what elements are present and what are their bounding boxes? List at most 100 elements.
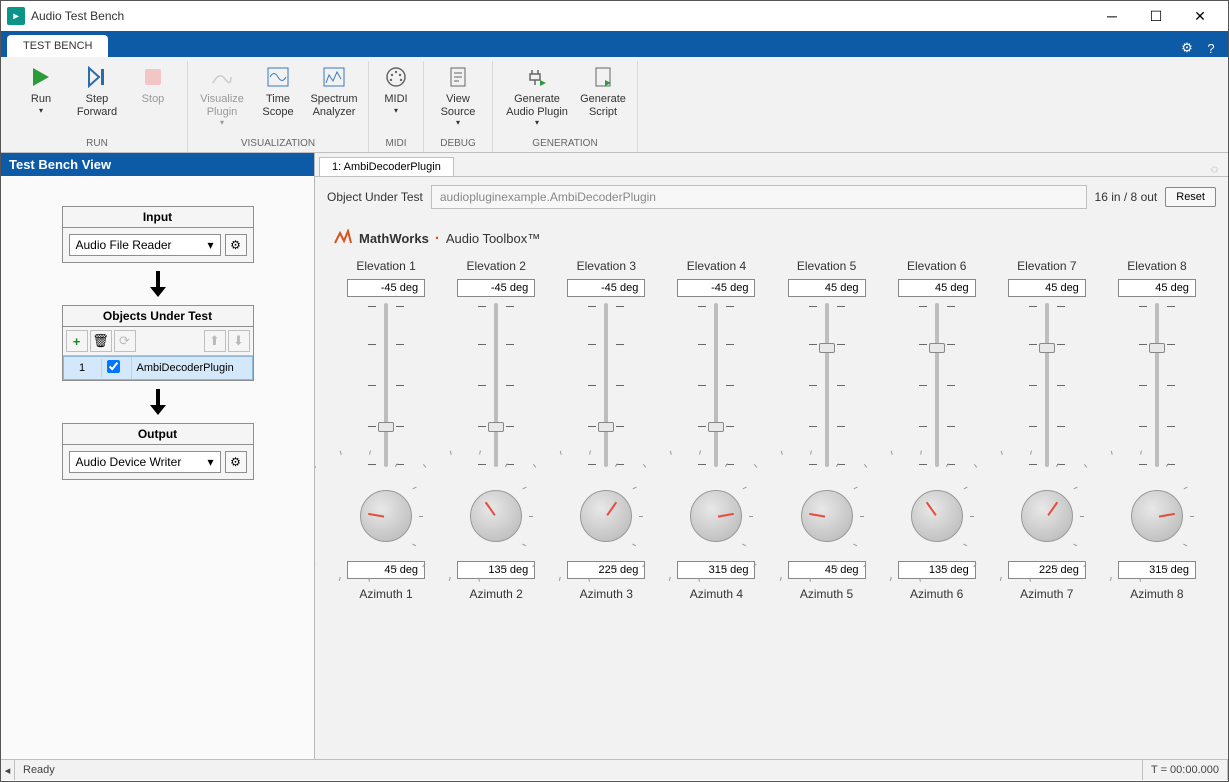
trash-icon: 🗑 [92, 333, 109, 349]
channel-1: Elevation 1 -45 deg 45 deg Azimuth 1 [333, 251, 439, 607]
elevation-value[interactable]: -45 deg [457, 279, 535, 297]
output-box: Output Audio Device Writer▾ ⚙ [62, 423, 254, 480]
obj-under-test-field[interactable]: audiopluginexample.AmbiDecoderPlugin [431, 185, 1087, 209]
azimuth-value[interactable]: 45 deg [347, 561, 425, 579]
play-icon [27, 63, 55, 91]
azimuth-knob[interactable] [681, 481, 751, 551]
elevation-slider[interactable] [700, 303, 732, 471]
azimuth-label: Azimuth 2 [470, 587, 523, 601]
move-down-button[interactable]: ⬇ [228, 330, 250, 352]
channel-strip: Elevation 1 -45 deg 45 deg Azimuth 1 Ele… [333, 251, 1210, 607]
left-panel: Test Bench View Input Audio File Reader▾… [1, 153, 315, 759]
ribbon-tabstrip: TEST BENCH ⚙ ? [1, 31, 1228, 57]
elevation-value[interactable]: 45 deg [1118, 279, 1196, 297]
elevation-slider[interactable] [811, 303, 843, 471]
channel-3: Elevation 3 -45 deg 225 deg Azimuth 3 [553, 251, 659, 607]
azimuth-value[interactable]: 135 deg [898, 561, 976, 579]
azimuth-value[interactable]: 135 deg [457, 561, 535, 579]
elevation-slider[interactable] [1031, 303, 1063, 471]
plugin-tab-1[interactable]: 1: AmbiDecoderPlugin [319, 157, 454, 176]
channel-6: Elevation 6 45 deg 135 deg Azimuth 6 [884, 251, 990, 607]
azimuth-knob[interactable] [1122, 481, 1192, 551]
azimuth-knob[interactable] [351, 481, 421, 551]
elevation-label: Elevation 1 [356, 259, 415, 273]
obj-under-test-label: Object Under Test [327, 190, 423, 204]
app-icon: ▸ [7, 7, 25, 25]
generate-plugin-button[interactable]: Generate Audio Plugin▾ [499, 61, 575, 138]
azimuth-value[interactable]: 315 deg [677, 561, 755, 579]
azimuth-knob[interactable] [461, 481, 531, 551]
minimize-button[interactable]: ─ [1090, 2, 1134, 30]
azimuth-label: Azimuth 8 [1130, 587, 1183, 601]
elevation-value[interactable]: 45 deg [898, 279, 976, 297]
output-select[interactable]: Audio Device Writer▾ [69, 451, 221, 473]
object-row[interactable]: 1 AmbiDecoderPlugin [63, 356, 253, 380]
azimuth-knob[interactable] [902, 481, 972, 551]
elevation-value[interactable]: -45 deg [677, 279, 755, 297]
add-object-button[interactable]: + [66, 330, 88, 352]
midi-button[interactable]: MIDI▾ [375, 61, 417, 138]
elevation-label: Elevation 2 [467, 259, 526, 273]
spectrum-icon [320, 63, 348, 91]
step-forward-button[interactable]: Step Forward [69, 61, 125, 138]
azimuth-value[interactable]: 225 deg [567, 561, 645, 579]
elevation-value[interactable]: 45 deg [1008, 279, 1086, 297]
elevation-label: Elevation 3 [577, 259, 636, 273]
maximize-button[interactable]: ☐ [1134, 2, 1178, 30]
spectrum-analyzer-button[interactable]: Spectrum Analyzer [306, 61, 362, 138]
time-scope-button[interactable]: Time Scope [250, 61, 306, 138]
ribbon: Run▾ Step Forward Stop RUN Visualize Plu… [1, 57, 1228, 153]
elevation-slider[interactable] [590, 303, 622, 471]
run-button[interactable]: Run▾ [13, 61, 69, 138]
azimuth-knob[interactable] [571, 481, 641, 551]
elevation-slider[interactable] [370, 303, 402, 471]
group-viz-label: VISUALIZATION [241, 138, 315, 152]
elevation-value[interactable]: 45 deg [788, 279, 866, 297]
input-select[interactable]: Audio File Reader▾ [69, 234, 221, 256]
azimuth-value[interactable]: 315 deg [1118, 561, 1196, 579]
help-icon[interactable]: ? [1202, 39, 1220, 57]
tab-options-icon[interactable]: ◌ [1211, 162, 1228, 176]
tab-test-bench[interactable]: TEST BENCH [7, 35, 108, 57]
midi-icon [382, 63, 410, 91]
gear-icon[interactable]: ⚙ [1178, 39, 1196, 57]
mathworks-logo: MathWorks· Audio Toolbox™ [333, 229, 1210, 247]
reset-button[interactable]: Reset [1165, 187, 1216, 207]
elevation-label: Elevation 8 [1127, 259, 1186, 273]
input-box: Input Audio File Reader▾ ⚙ [62, 206, 254, 263]
visualize-plugin-button[interactable]: Visualize Plugin▾ [194, 61, 250, 138]
status-scroll-left[interactable]: ◂ [1, 760, 15, 780]
elevation-slider[interactable] [480, 303, 512, 471]
gear-icon: ⚙ [230, 455, 241, 469]
move-up-button[interactable]: ⬆ [204, 330, 226, 352]
objects-title: Objects Under Test [63, 306, 253, 327]
close-button[interactable]: ✕ [1178, 2, 1222, 30]
stop-icon [139, 63, 167, 91]
elevation-value[interactable]: -45 deg [567, 279, 645, 297]
elevation-value[interactable]: -45 deg [347, 279, 425, 297]
refresh-button[interactable]: ⟳ [114, 330, 136, 352]
view-source-button[interactable]: View Source▾ [430, 61, 486, 138]
elevation-slider[interactable] [1141, 303, 1173, 471]
gear-icon: ⚙ [230, 238, 241, 252]
azimuth-knob[interactable] [1012, 481, 1082, 551]
mathworks-icon [333, 229, 353, 247]
group-midi-label: MIDI [385, 138, 406, 152]
output-settings-button[interactable]: ⚙ [225, 451, 247, 473]
input-settings-button[interactable]: ⚙ [225, 234, 247, 256]
generate-script-button[interactable]: Generate Script [575, 61, 631, 138]
titlebar: ▸ Audio Test Bench ─ ☐ ✕ [1, 1, 1228, 31]
azimuth-value[interactable]: 225 deg [1008, 561, 1086, 579]
object-checkbox[interactable] [107, 360, 120, 373]
azimuth-value[interactable]: 45 deg [788, 561, 866, 579]
azimuth-label: Azimuth 7 [1020, 587, 1073, 601]
azimuth-label: Azimuth 6 [910, 587, 963, 601]
object-name: AmbiDecoderPlugin [132, 359, 252, 377]
row-index: 1 [64, 359, 102, 377]
azimuth-knob[interactable] [792, 481, 862, 551]
plugin-icon [523, 63, 551, 91]
stop-button[interactable]: Stop [125, 61, 181, 138]
delete-object-button[interactable]: 🗑 [90, 330, 112, 352]
chevron-down-icon: ▾ [207, 238, 213, 252]
elevation-slider[interactable] [921, 303, 953, 471]
